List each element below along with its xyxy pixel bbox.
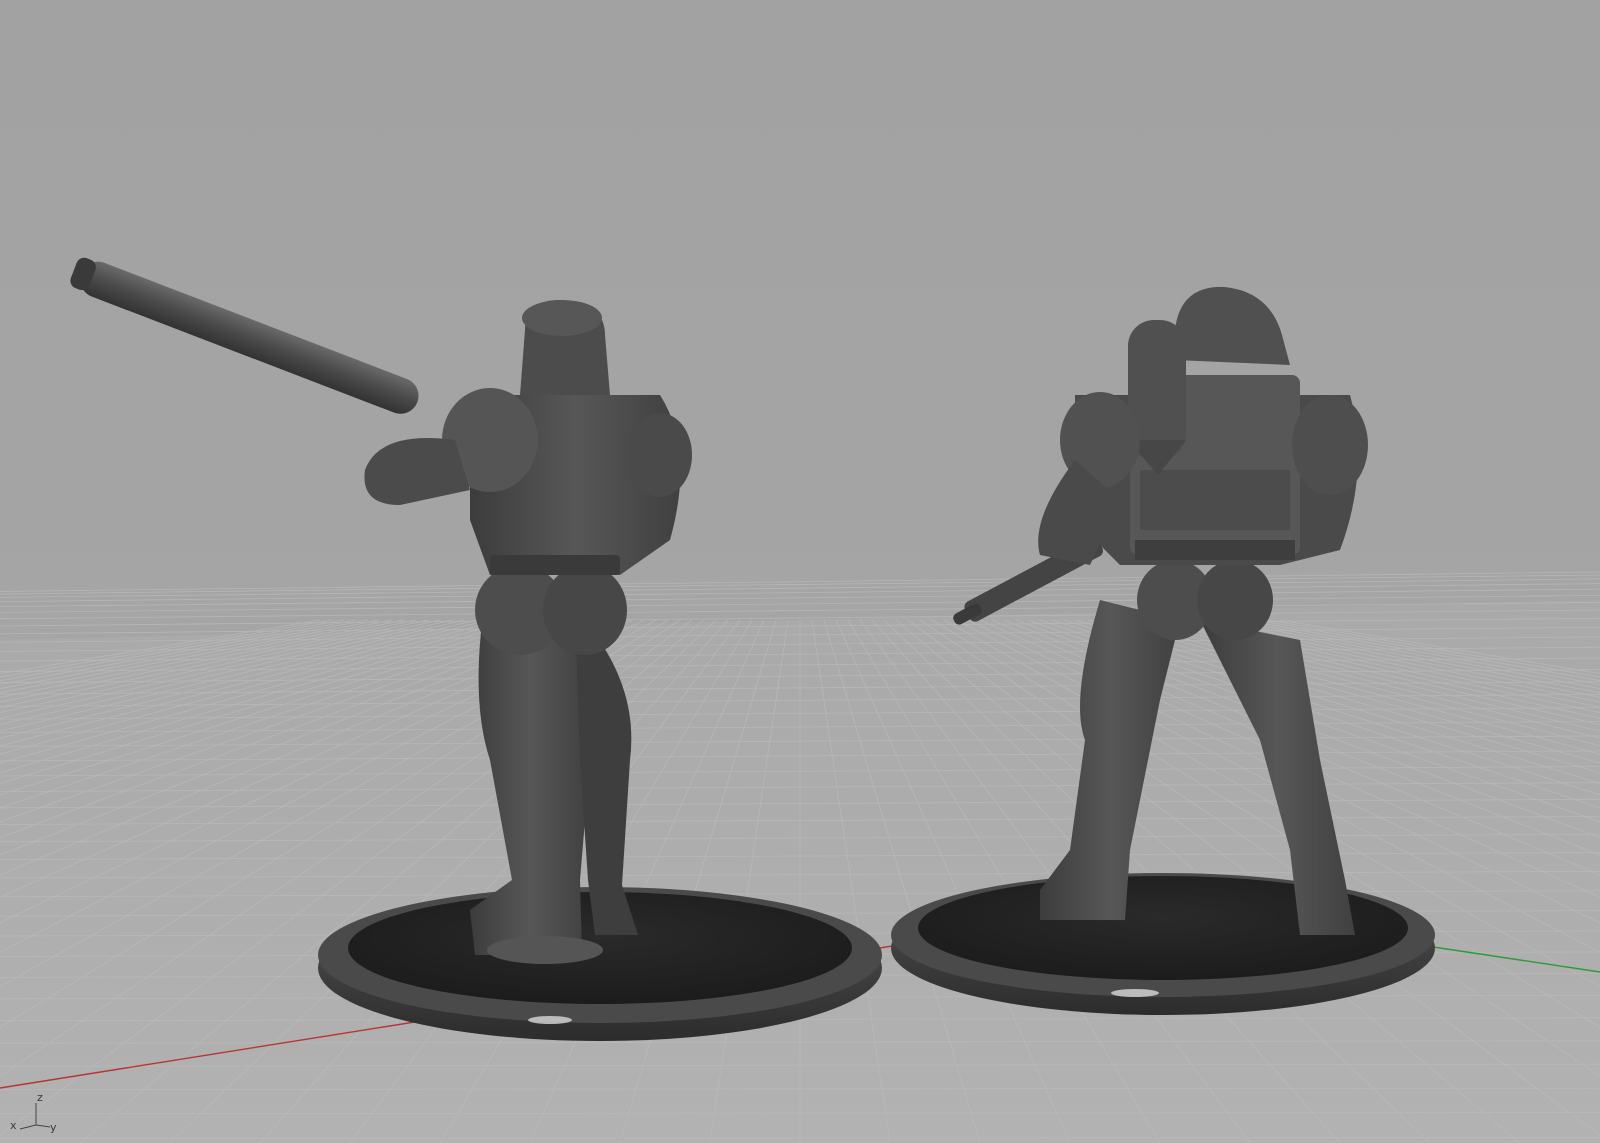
axis-orientation-widget: z x y [6,1091,66,1135]
viewport-scene[interactable] [0,0,1600,1143]
3d-viewport[interactable]: z x y [0,0,1600,1143]
axis-label-x: x [10,1119,17,1132]
axis-label-y: y [50,1121,57,1134]
axis-label-z: z [37,1091,43,1104]
